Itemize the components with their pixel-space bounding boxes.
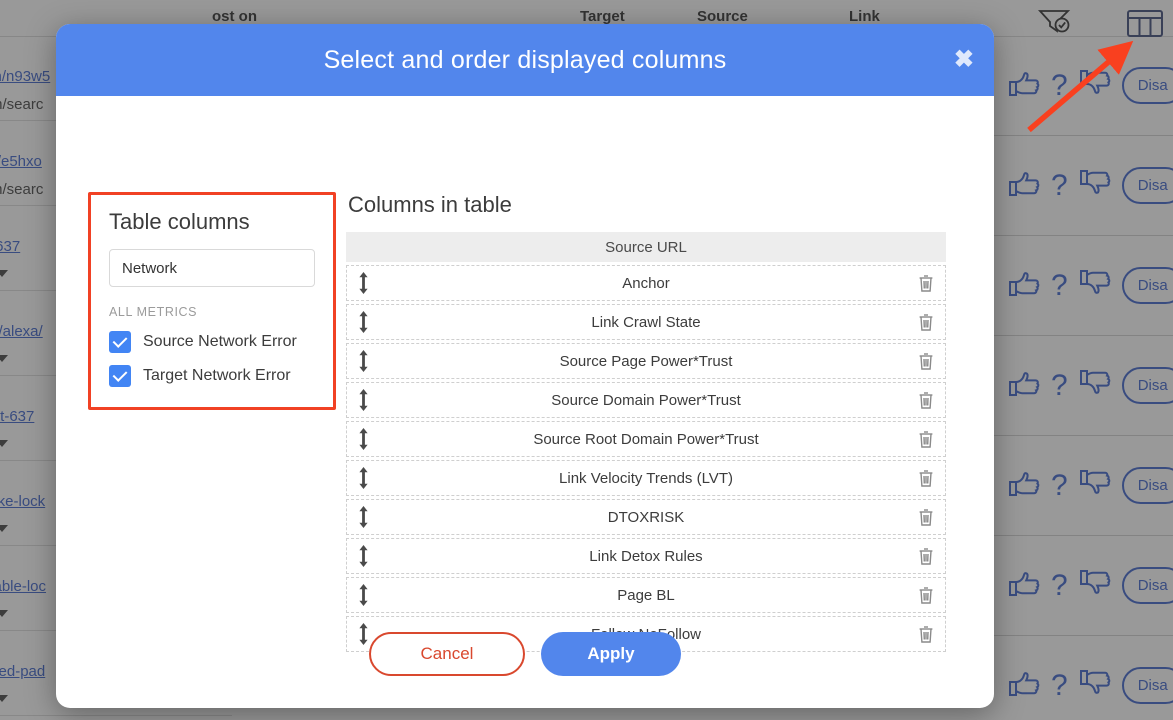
table-columns-heading: Table columns	[109, 209, 250, 234]
drag-vertical-icon[interactable]	[357, 506, 370, 528]
close-icon[interactable]: ✖	[954, 48, 974, 72]
metric-label: Target Network Error	[143, 367, 291, 384]
column-label: Link Detox Rules	[589, 547, 703, 565]
column-rows-list: Anchor Link Crawl State Source Page Power*…	[346, 265, 946, 652]
column-label: Anchor	[622, 274, 670, 292]
column-search-input[interactable]	[109, 249, 315, 287]
metric-checkbox-row[interactable]: Target Network Error	[109, 365, 315, 387]
metric-label: Source Network Error	[143, 333, 297, 350]
column-label: Page BL	[617, 586, 675, 604]
checkbox-checked-icon[interactable]	[109, 365, 131, 387]
trash-icon[interactable]	[917, 468, 935, 488]
cancel-button[interactable]: Cancel	[369, 632, 525, 676]
drag-vertical-icon[interactable]	[357, 545, 370, 567]
column-label: Source Root Domain Power*Trust	[533, 430, 759, 448]
metric-checkbox-row[interactable]: Source Network Error	[109, 331, 315, 353]
column-label: Source Page Power*Trust	[559, 352, 733, 370]
column-label: Link Crawl State	[591, 313, 701, 331]
drag-vertical-icon[interactable]	[357, 428, 370, 450]
fixed-column-label: Source URL	[605, 238, 687, 256]
column-row[interactable]: Link Velocity Trends (LVT)	[346, 460, 946, 496]
column-row[interactable]: Source Domain Power*Trust	[346, 382, 946, 418]
dialog-header: Select and order displayed columns ✖	[56, 24, 994, 96]
column-label: DTOXRISK	[607, 508, 685, 526]
drag-vertical-icon[interactable]	[357, 272, 370, 294]
trash-icon[interactable]	[917, 546, 935, 566]
trash-icon[interactable]	[917, 507, 935, 527]
trash-icon[interactable]	[917, 390, 935, 410]
trash-icon[interactable]	[917, 273, 935, 293]
metrics-list: Source Network Error Target Network Error	[109, 331, 315, 387]
trash-icon[interactable]	[917, 312, 935, 332]
column-row[interactable]: Page BL	[346, 577, 946, 613]
drag-vertical-icon[interactable]	[357, 350, 370, 372]
table-columns-panel: Table columns ALL METRICS Source Network…	[88, 192, 336, 410]
trash-icon[interactable]	[917, 351, 935, 371]
fixed-column-row: Source URL	[346, 232, 946, 262]
column-label: Source Domain Power*Trust	[551, 391, 741, 409]
trash-icon[interactable]	[917, 585, 935, 605]
dialog-title: Select and order displayed columns	[323, 45, 727, 74]
column-row[interactable]: Link Detox Rules	[346, 538, 946, 574]
column-row[interactable]: Anchor	[346, 265, 946, 301]
column-row[interactable]: Source Root Domain Power*Trust	[346, 421, 946, 457]
dialog-body: Table columns ALL METRICS Source Network…	[56, 96, 994, 708]
column-row[interactable]: Source Page Power*Trust	[346, 343, 946, 379]
drag-vertical-icon[interactable]	[357, 389, 370, 411]
dialog-footer: Cancel Apply	[56, 632, 994, 676]
column-row[interactable]: DTOXRISK	[346, 499, 946, 535]
apply-button[interactable]: Apply	[541, 632, 681, 676]
column-row[interactable]: Link Crawl State	[346, 304, 946, 340]
checkbox-checked-icon[interactable]	[109, 331, 131, 353]
columns-in-table-panel: Columns in table Source URL Anchor Link C…	[346, 192, 946, 655]
screenshot-root: ost onTargetSourceLink cn/n93w5m/searc/i…	[0, 0, 1173, 720]
drag-vertical-icon[interactable]	[357, 467, 370, 489]
drag-vertical-icon[interactable]	[357, 584, 370, 606]
drag-vertical-icon[interactable]	[357, 311, 370, 333]
trash-icon[interactable]	[917, 429, 935, 449]
columns-in-table-heading: Columns in table	[348, 192, 512, 217]
column-label: Link Velocity Trends (LVT)	[559, 469, 733, 487]
select-columns-dialog: Select and order displayed columns ✖ Tab…	[56, 24, 994, 708]
all-metrics-label: ALL METRICS	[109, 305, 198, 319]
